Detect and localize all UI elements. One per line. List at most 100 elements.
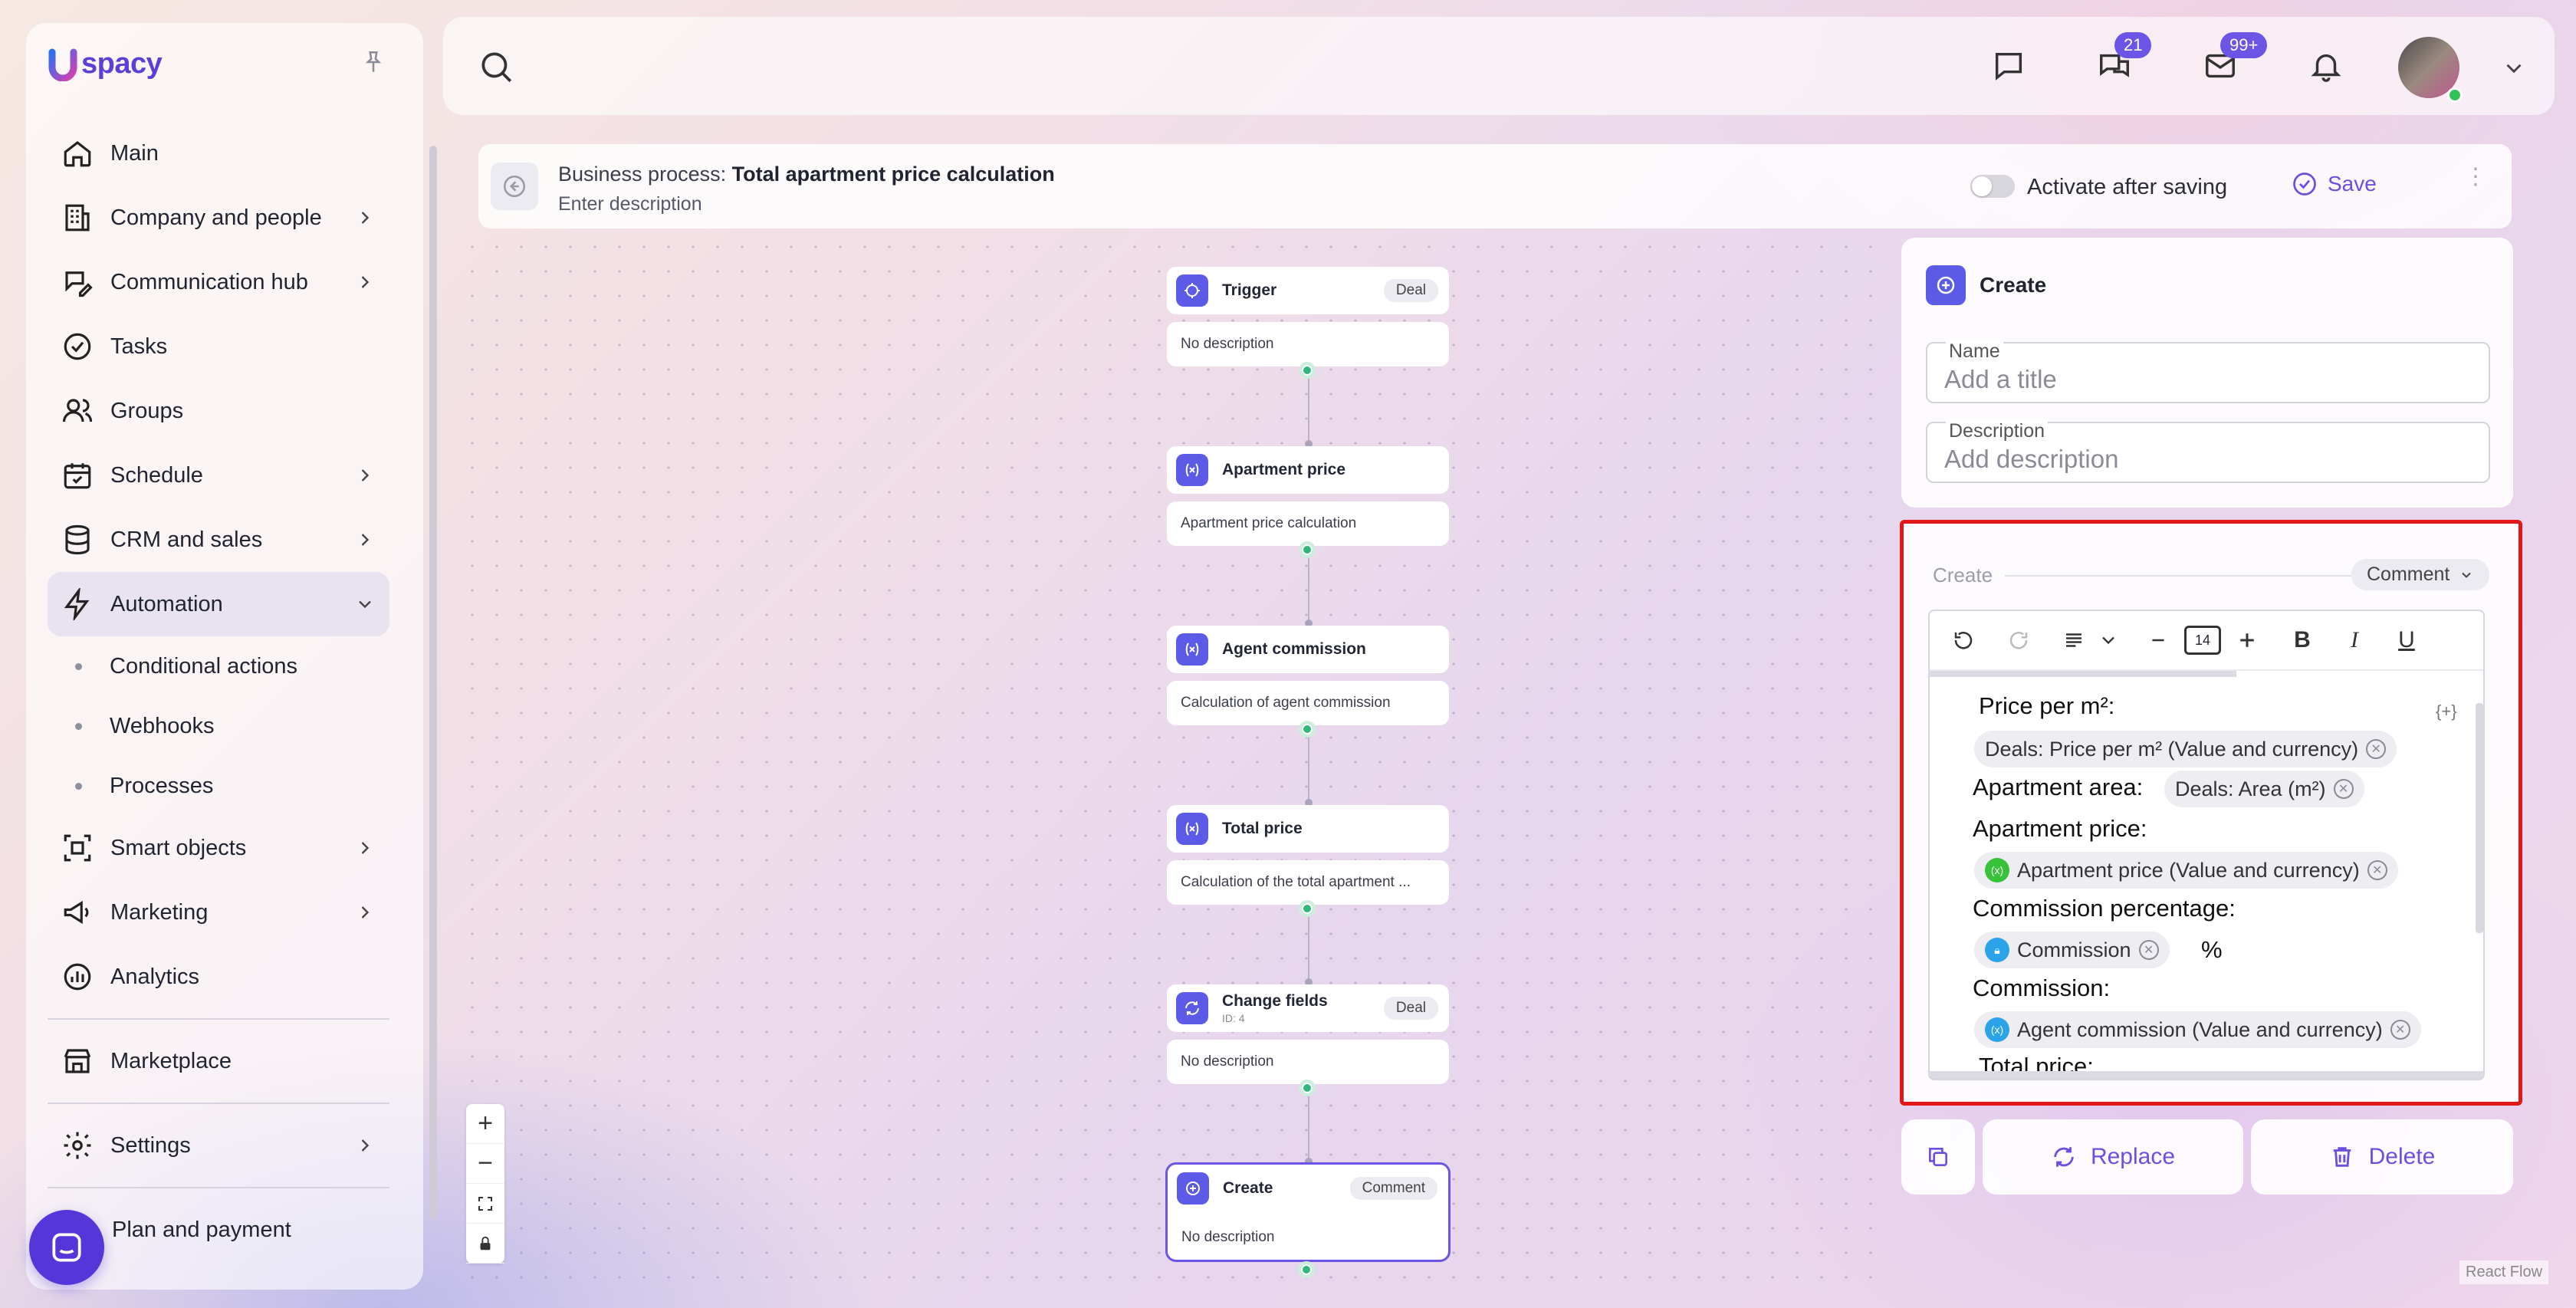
close-icon[interactable]: ✕ <box>2333 779 2354 799</box>
redo-icon[interactable] <box>2003 623 2034 657</box>
more-options-icon[interactable]: ⋮ <box>2464 166 2487 189</box>
chats-button[interactable]: 21 <box>2091 32 2152 89</box>
react-flow-attribution[interactable]: React Flow <box>2459 1260 2549 1284</box>
flow-canvas[interactable] <box>460 235 1886 1300</box>
node-header[interactable]: Apartment price <box>1167 446 1449 494</box>
activate-toggle[interactable] <box>1970 175 2015 198</box>
editor-bottom-scrollbar[interactable] <box>1930 1071 2483 1079</box>
node-handle[interactable] <box>1299 721 1316 738</box>
notifications-button[interactable] <box>2303 43 2349 89</box>
variable-chip[interactable]: 🔒︎ Commission ✕ <box>1974 932 2170 968</box>
mail-button[interactable]: 99+ <box>2197 32 2268 89</box>
node-header[interactable]: Create Comment <box>1168 1165 1448 1212</box>
flow-edge <box>1308 554 1309 630</box>
support-chat-button[interactable] <box>29 1210 104 1285</box>
node-handle[interactable] <box>1299 541 1316 558</box>
editor-vertical-scrollbar[interactable] <box>2476 703 2483 933</box>
flow-node-total-price[interactable]: Total price Calculation of the total apa… <box>1167 805 1449 917</box>
fit-view-button[interactable] <box>466 1184 504 1224</box>
flow-node-apartment-price[interactable]: Apartment price Apartment price calculat… <box>1167 446 1449 558</box>
variable-chip[interactable]: (x) Agent commission (Value and currency… <box>1974 1011 2421 1048</box>
font-size-input[interactable]: 14 <box>2184 626 2221 655</box>
bullet-dot <box>75 722 82 730</box>
back-button[interactable] <box>491 163 538 210</box>
sidebar-item-main[interactable]: Main <box>48 121 389 186</box>
zoom-out-button[interactable]: − <box>466 1144 504 1184</box>
description-input[interactable] <box>1944 445 2473 474</box>
bold-icon[interactable]: B <box>2287 623 2318 657</box>
divider <box>2005 575 2411 577</box>
zoom-in-button[interactable]: + <box>466 1104 504 1144</box>
replace-button[interactable]: Replace <box>1983 1119 2243 1195</box>
decrease-font-icon[interactable] <box>2143 623 2174 657</box>
sidebar-scrollbar[interactable] <box>429 146 437 1219</box>
sidebar-item-tasks[interactable]: Tasks <box>48 314 389 379</box>
node-header[interactable]: Agent commission <box>1167 626 1449 673</box>
flow-node-trigger[interactable]: Trigger Deal No description <box>1167 267 1449 379</box>
sidebar-item-marketplace[interactable]: Marketplace <box>48 1029 389 1093</box>
sidebar-item-crm[interactable]: CRM and sales <box>48 508 389 572</box>
editor-horizontal-scrollbar[interactable] <box>1930 671 2236 677</box>
insert-variable-button[interactable]: {+} <box>2436 702 2457 721</box>
close-icon[interactable]: ✕ <box>2390 1020 2410 1040</box>
node-header[interactable]: Total price <box>1167 805 1449 853</box>
process-description[interactable]: Enter description <box>558 193 702 215</box>
sidebar-subitem-webhooks[interactable]: Webhooks <box>48 696 389 756</box>
node-title: Change fields <box>1222 992 1328 1010</box>
variable-chip[interactable]: (x) Apartment price (Value and currency)… <box>1974 852 2398 889</box>
node-handle[interactable] <box>1298 1261 1315 1278</box>
sidebar-item-settings[interactable]: Settings <box>48 1113 389 1178</box>
messages-button[interactable] <box>1986 43 2032 89</box>
sidebar-item-communication[interactable]: Communication hub <box>48 250 389 314</box>
entity-type-select[interactable]: Comment <box>2351 559 2490 590</box>
undo-icon[interactable] <box>1948 623 1979 657</box>
pin-icon[interactable] <box>356 44 391 80</box>
chevron-down-icon[interactable] <box>2097 623 2120 657</box>
close-icon[interactable]: ✕ <box>2367 860 2387 880</box>
close-icon[interactable]: ✕ <box>2366 739 2387 759</box>
save-button[interactable]: Save <box>2291 170 2377 198</box>
name-field[interactable]: Name <box>1926 340 2490 403</box>
lock-icon <box>480 1236 491 1250</box>
variable-chip[interactable]: Deals: Area (m²) ✕ <box>2164 771 2364 807</box>
node-title: Apartment price <box>1222 461 1346 478</box>
node-header[interactable]: Trigger Deal <box>1167 267 1449 314</box>
process-name[interactable]: Total apartment price calculation <box>732 163 1055 186</box>
sidebar-item-smart-objects[interactable]: Smart objects <box>48 816 389 880</box>
chip-label: Commission <box>2017 938 2131 961</box>
delete-label: Delete <box>2368 1144 2436 1169</box>
node-handle[interactable] <box>1299 362 1316 379</box>
search-icon[interactable] <box>477 48 515 86</box>
node-handle[interactable] <box>1299 1080 1316 1096</box>
text-apartment-area-label: Apartment area: <box>1973 774 2144 800</box>
name-input[interactable] <box>1944 365 2473 394</box>
logo[interactable]: spacy <box>48 46 163 81</box>
sidebar-item-company[interactable]: Company and people <box>48 186 389 250</box>
delete-button[interactable]: Delete <box>2251 1119 2513 1195</box>
chevron-down-icon[interactable] <box>2501 55 2527 81</box>
chevron-right-icon <box>361 212 370 224</box>
variable-chip[interactable]: Deals: Price per m² (Value and currency)… <box>1974 731 2397 767</box>
underline-icon[interactable]: U <box>2391 623 2422 657</box>
node-handle[interactable] <box>1299 900 1316 917</box>
lock-button[interactable] <box>466 1224 504 1264</box>
node-description: No description <box>1168 1215 1448 1260</box>
italic-icon[interactable]: I <box>2339 623 2370 657</box>
flow-node-change-fields[interactable]: Change fields ID: 4 Deal No description <box>1167 984 1449 1096</box>
close-icon[interactable]: ✕ <box>2138 940 2159 960</box>
sidebar-item-marketing[interactable]: Marketing <box>48 880 389 945</box>
sidebar-item-analytics[interactable]: Analytics <box>48 945 389 1009</box>
flow-node-create-selected[interactable]: Create Comment No description <box>1165 1162 1451 1278</box>
sidebar-item-schedule[interactable]: Schedule <box>48 443 389 508</box>
sidebar-subitem-conditional-actions[interactable]: Conditional actions <box>48 636 389 696</box>
rich-text-editor[interactable]: 14 B I U {+} Price per m²: Deals: Price … <box>1928 610 2485 1080</box>
sidebar-item-groups[interactable]: Groups <box>48 379 389 443</box>
duplicate-button[interactable] <box>1901 1119 1975 1195</box>
node-header[interactable]: Change fields ID: 4 Deal <box>1167 984 1449 1032</box>
sidebar-subitem-processes[interactable]: Processes <box>48 756 389 816</box>
align-icon[interactable] <box>2058 623 2089 657</box>
sidebar-item-automation[interactable]: Automation <box>48 572 389 636</box>
increase-font-icon[interactable] <box>2232 623 2262 657</box>
description-field[interactable]: Description <box>1926 420 2490 483</box>
flow-node-agent-commission[interactable]: Agent commission Calculation of agent co… <box>1167 626 1449 738</box>
